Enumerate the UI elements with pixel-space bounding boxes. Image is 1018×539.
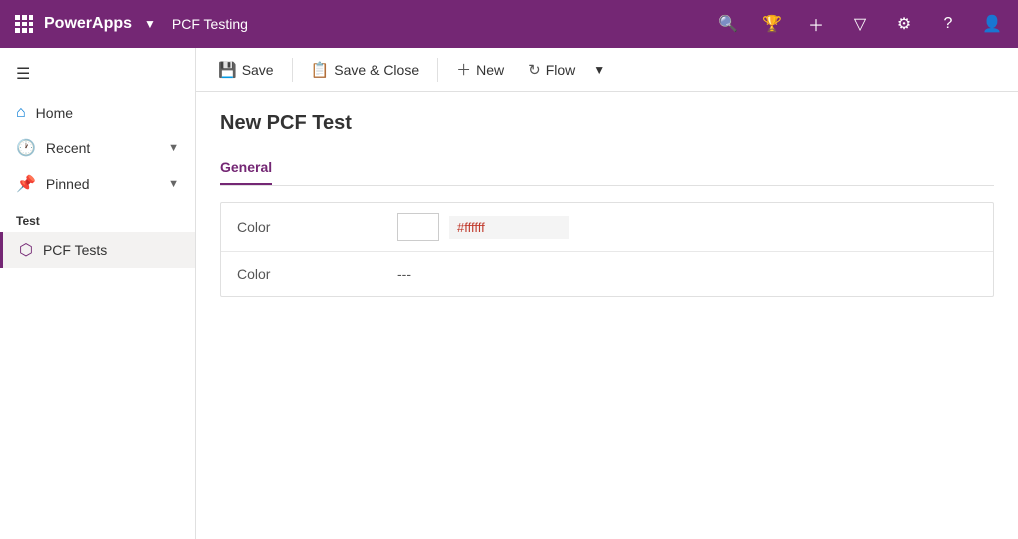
clock-icon: 🕐: [16, 138, 36, 158]
home-icon: ⌂: [16, 104, 26, 122]
color-swatch[interactable]: [397, 213, 439, 241]
page-title: New PCF Test: [220, 112, 994, 135]
logo-chevron[interactable]: ▼: [144, 17, 156, 31]
form-row-color-1: Color: [221, 203, 993, 252]
pinned-chevron: ▼: [168, 178, 179, 190]
pinned-label: Pinned: [46, 176, 158, 192]
new-plus-icon: ＋: [456, 59, 471, 80]
pin-icon: 📌: [16, 174, 36, 194]
flow-icon: ↻: [528, 61, 541, 79]
sidebar-item-pcf-tests[interactable]: ⬡ PCF Tests: [0, 232, 195, 268]
save-label: Save: [242, 62, 274, 78]
flow-label: Flow: [546, 62, 576, 78]
page-content: New PCF Test General Color Color: [196, 92, 1018, 539]
main-layout: ☰ ⌂ Home 🕐 Recent ▼ 📌 Pinned ▼ Test ⬡ PC…: [0, 48, 1018, 539]
hamburger-menu[interactable]: ☰: [0, 52, 195, 96]
sidebar-item-pinned[interactable]: 📌 Pinned ▼: [0, 166, 195, 202]
app-logo[interactable]: PowerApps: [44, 15, 132, 33]
pcf-tests-label: PCF Tests: [43, 242, 107, 258]
current-app-name: PCF Testing: [172, 16, 248, 32]
toolbar: 💾 Save 📋 Save & Close ＋ New ↻ Flow ▼: [196, 48, 1018, 92]
save-close-button[interactable]: 📋 Save & Close: [301, 56, 430, 84]
save-close-label: Save & Close: [334, 62, 419, 78]
top-nav: PowerApps ▼ PCF Testing 🔍 🏆 ＋ ▽ ⚙ ? 👤: [0, 0, 1018, 48]
toolbar-separator-1: [292, 58, 293, 82]
tabs: General: [220, 151, 994, 186]
flow-button[interactable]: ↻ Flow: [518, 56, 585, 84]
save-icon: 💾: [218, 61, 237, 79]
new-button[interactable]: ＋ New: [446, 54, 514, 85]
sidebar-section-test: Test: [0, 202, 195, 232]
recent-chevron: ▼: [168, 142, 179, 154]
tab-general[interactable]: General: [220, 151, 272, 185]
filter-icon[interactable]: ▽: [846, 10, 874, 38]
flow-chevron-button[interactable]: ▼: [589, 58, 609, 82]
user-icon[interactable]: 👤: [978, 10, 1006, 38]
color-value-2: ---: [397, 266, 977, 282]
top-nav-icons: 🔍 🏆 ＋ ▽ ⚙ ? 👤: [714, 10, 1006, 38]
form-card: Color Color ---: [220, 202, 994, 297]
help-icon[interactable]: ?: [934, 10, 962, 38]
sidebar-item-recent[interactable]: 🕐 Recent ▼: [0, 130, 195, 166]
recent-label: Recent: [46, 140, 158, 156]
search-icon[interactable]: 🔍: [714, 10, 742, 38]
trophy-icon[interactable]: 🏆: [758, 10, 786, 38]
color-dash: ---: [397, 266, 411, 282]
sidebar: ☰ ⌂ Home 🕐 Recent ▼ 📌 Pinned ▼ Test ⬡ PC…: [0, 48, 196, 539]
content-area: 💾 Save 📋 Save & Close ＋ New ↻ Flow ▼ New…: [196, 48, 1018, 539]
save-button[interactable]: 💾 Save: [208, 56, 284, 84]
toolbar-separator-2: [437, 58, 438, 82]
home-label: Home: [36, 105, 179, 121]
color-label-1: Color: [237, 219, 397, 235]
settings-icon[interactable]: ⚙: [890, 10, 918, 38]
color-label-2: Color: [237, 266, 397, 282]
pcf-icon: ⬡: [19, 240, 33, 260]
plus-icon[interactable]: ＋: [802, 10, 830, 38]
save-close-icon: 📋: [311, 61, 330, 79]
grid-icon[interactable]: [12, 12, 36, 36]
color-input[interactable]: [449, 216, 569, 239]
color-value-1: [397, 213, 977, 241]
sidebar-item-home[interactable]: ⌂ Home: [0, 96, 195, 130]
form-row-color-2: Color ---: [221, 252, 993, 296]
new-label: New: [476, 62, 504, 78]
